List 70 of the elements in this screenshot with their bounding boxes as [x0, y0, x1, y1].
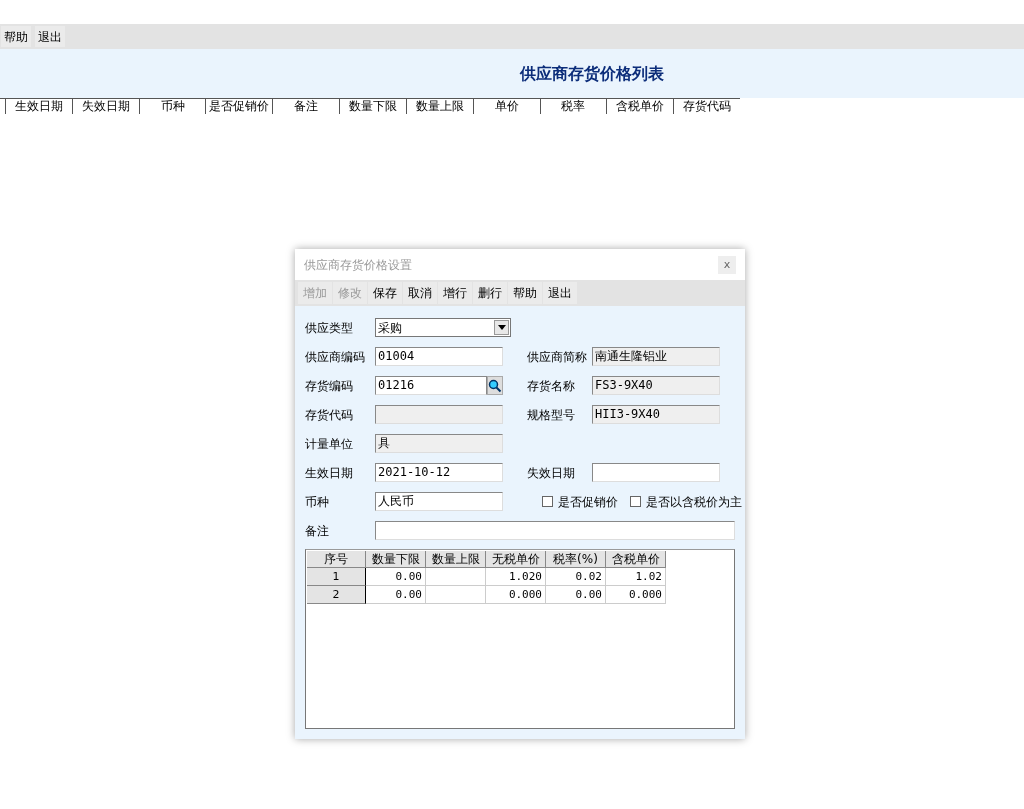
- column-header: 备注: [272, 99, 340, 114]
- grid-cell: 1.02: [606, 568, 666, 586]
- column-header: 单价: [472, 99, 540, 114]
- column-header: 存货代码: [673, 99, 740, 114]
- grid-header: 数量下限: [366, 551, 426, 568]
- grid-cell: 0.000: [606, 586, 666, 604]
- checkbox[interactable]: [542, 496, 553, 507]
- toolbar-button[interactable]: 帮助: [508, 282, 542, 304]
- row-header: 2: [307, 586, 366, 604]
- row-header: 1: [307, 568, 366, 586]
- toolbar-button[interactable]: 退出: [543, 282, 577, 304]
- column-header: 是否促销价: [205, 99, 273, 114]
- toolbar-button[interactable]: 退出: [35, 26, 65, 47]
- grid-header: 含税单价: [606, 551, 666, 568]
- grid-header: 序号: [307, 551, 366, 568]
- field-label: 失效日期: [527, 464, 576, 482]
- column-header: 税率: [539, 99, 607, 114]
- caret-icon: [494, 320, 509, 335]
- field-label: 计量单位: [305, 435, 354, 453]
- checkbox-label: 是否促销价: [558, 493, 618, 511]
- grid-header: 无税单价: [486, 551, 546, 568]
- column-header: 币种: [138, 99, 206, 114]
- field-label: 币种: [305, 493, 330, 511]
- field-label: 存货代码: [305, 406, 354, 424]
- grid-cell: 1.020: [486, 568, 546, 586]
- toolbar-button[interactable]: 帮助: [1, 26, 31, 47]
- field-label: 存货名称: [527, 377, 576, 395]
- readonly-field: 南通生隆铝业: [592, 347, 720, 366]
- input-field[interactable]: 01216: [375, 376, 487, 395]
- toolbar-button[interactable]: 删行: [473, 282, 507, 304]
- input-field[interactable]: 01004: [375, 347, 503, 366]
- toolbar-button[interactable]: 保存: [368, 282, 402, 304]
- column-header: 含税单价: [606, 99, 674, 114]
- grid-cell: 0.00: [366, 586, 426, 604]
- checkbox[interactable]: [630, 496, 641, 507]
- toolbar-button[interactable]: 取消: [403, 282, 437, 304]
- column-header: 数量下限: [339, 99, 406, 114]
- input-field[interactable]: 2021-10-12: [375, 463, 503, 482]
- dropdown[interactable]: 采购: [375, 318, 511, 337]
- close-button[interactable]: x: [718, 255, 736, 274]
- input-field[interactable]: [592, 463, 720, 482]
- page-title: 供应商存货价格列表: [520, 62, 664, 85]
- grid-cell: 0.00: [366, 568, 426, 586]
- input-field[interactable]: 人民币: [375, 492, 503, 511]
- grid-cell: [426, 586, 486, 604]
- search-icon: [488, 378, 502, 393]
- grid-header: 税率(%): [546, 551, 606, 568]
- field-label: 生效日期: [305, 464, 354, 482]
- column-header: 失效日期: [71, 99, 139, 114]
- readonly-field: HII3-9X40: [592, 405, 720, 424]
- field-label: 规格型号: [527, 406, 576, 424]
- readonly-field: FS3-9X40: [592, 376, 720, 395]
- grid-cell: 0.02: [546, 568, 606, 586]
- grid-cell: [426, 568, 486, 586]
- search-button[interactable]: [487, 376, 503, 395]
- dialog-title: 供应商存货价格设置: [304, 256, 412, 274]
- field-label: 存货编码: [305, 377, 354, 395]
- grid-cell: 0.00: [546, 586, 606, 604]
- field-label: 供应商简称: [527, 348, 588, 366]
- grid-header: 数量上限: [426, 551, 486, 568]
- field-label: 备注: [305, 522, 330, 540]
- column-header: 生效日期: [5, 99, 72, 114]
- field-label: 供应商编码: [305, 348, 366, 366]
- grid-cell: 0.000: [486, 586, 546, 604]
- column-header: 数量上限: [405, 99, 473, 114]
- field-label: 供应类型: [305, 319, 354, 337]
- toolbar-button[interactable]: 增行: [438, 282, 472, 304]
- checkbox-label: 是否以含税价为主: [646, 493, 742, 511]
- input-field[interactable]: [375, 521, 735, 540]
- readonly-field: 具: [375, 434, 503, 453]
